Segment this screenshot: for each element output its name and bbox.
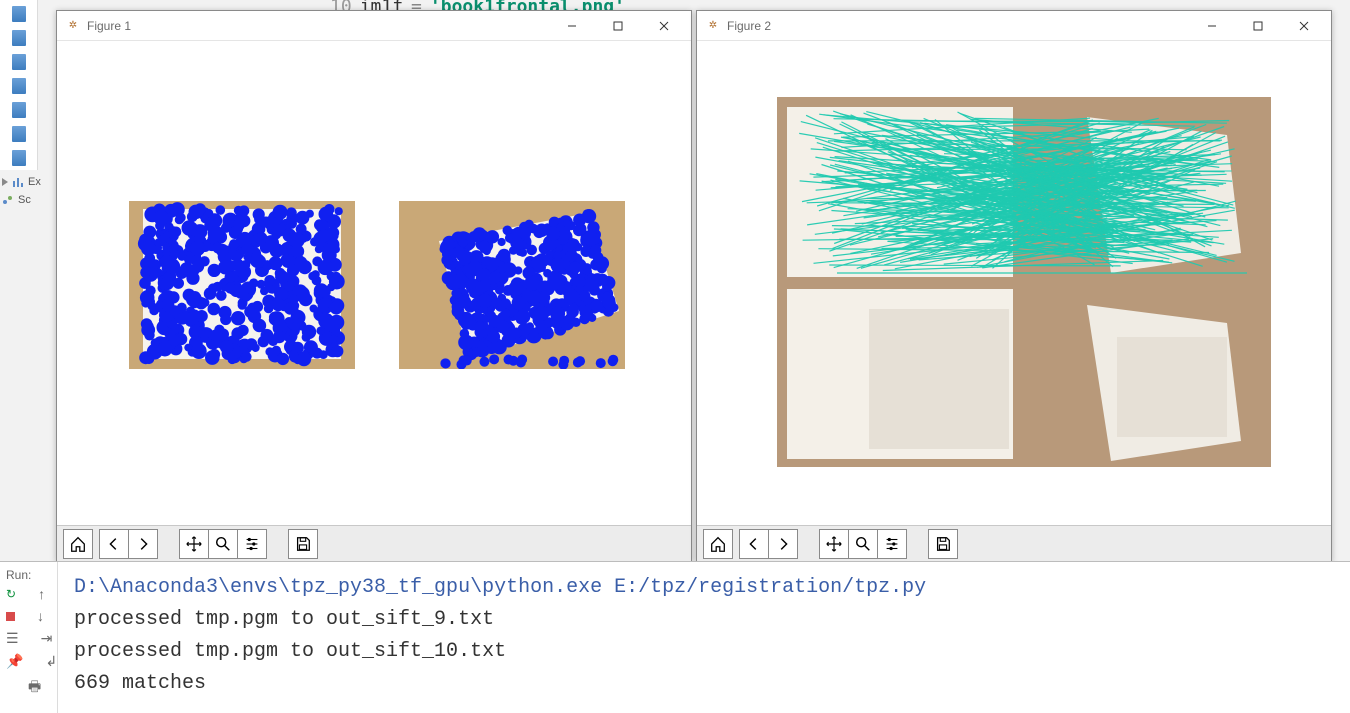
back-button[interactable] bbox=[739, 529, 769, 559]
subplot-right bbox=[399, 201, 625, 369]
close-button[interactable] bbox=[641, 11, 687, 40]
figure-2-titlebar[interactable]: ✲ Figure 2 bbox=[697, 11, 1331, 41]
maximize-button[interactable] bbox=[1235, 11, 1281, 40]
sidebar-label-sc: Sc bbox=[18, 194, 31, 206]
figure-2-title: Figure 2 bbox=[727, 19, 1189, 33]
soft-wrap-icon[interactable]: ↲ bbox=[45, 653, 57, 670]
pan-button[interactable] bbox=[179, 529, 209, 559]
figure-1-canvas[interactable] bbox=[57, 41, 691, 525]
console-line: processed tmp.pgm to out_sift_10.txt bbox=[74, 636, 1334, 668]
back-button[interactable] bbox=[99, 529, 129, 559]
wrap-icon[interactable]: ⇥ bbox=[41, 630, 53, 647]
layout-icon[interactable]: ☰ bbox=[6, 630, 19, 647]
save-button[interactable] bbox=[928, 529, 958, 559]
pan-button[interactable] bbox=[819, 529, 849, 559]
match-svg bbox=[777, 97, 1271, 467]
console-line: D:\Anaconda3\envs\tpz_py38_tf_gpu\python… bbox=[74, 572, 1334, 604]
stop-icon[interactable] bbox=[6, 612, 15, 621]
scatter-icon bbox=[2, 194, 14, 206]
scroll-up-icon[interactable]: ↑ bbox=[38, 586, 45, 602]
console-line: 669 matches bbox=[74, 668, 1334, 700]
print-icon[interactable]: 🖶 bbox=[28, 676, 41, 700]
home-button[interactable] bbox=[63, 529, 93, 559]
rerun-icon[interactable]: ↻ bbox=[6, 587, 16, 601]
file-icon[interactable] bbox=[12, 150, 26, 166]
console-output[interactable]: D:\Anaconda3\envs\tpz_py38_tf_gpu\python… bbox=[58, 562, 1350, 713]
sidebar-item-external[interactable]: Ex bbox=[2, 176, 52, 188]
file-icon[interactable] bbox=[12, 6, 26, 22]
left-secondary-panel: Ex Sc bbox=[0, 170, 54, 212]
file-icon[interactable] bbox=[12, 30, 26, 46]
zoom-button[interactable] bbox=[208, 529, 238, 559]
run-panel: Run: ↻↑ ↓ ☰⇥ 📌↲ 🖶 D:\Anaconda3\envs\tpz_… bbox=[0, 561, 1350, 713]
figure-1-title: Figure 1 bbox=[87, 19, 549, 33]
forward-button[interactable] bbox=[768, 529, 798, 559]
bar-chart-icon bbox=[12, 176, 24, 188]
minimize-button[interactable] bbox=[549, 11, 595, 40]
window-controls bbox=[1189, 11, 1327, 40]
figure-1-toolbar bbox=[57, 525, 691, 561]
subplot-left bbox=[129, 201, 355, 369]
matplotlib-icon: ✲ bbox=[65, 18, 81, 34]
window-controls bbox=[549, 11, 687, 40]
sift-points-left bbox=[129, 201, 355, 369]
close-button[interactable] bbox=[1281, 11, 1327, 40]
expand-icon bbox=[2, 178, 8, 186]
figure-1-titlebar[interactable]: ✲ Figure 1 bbox=[57, 11, 691, 41]
home-button[interactable] bbox=[703, 529, 733, 559]
sift-points-right bbox=[399, 201, 625, 369]
match-image bbox=[777, 97, 1271, 467]
save-button[interactable] bbox=[288, 529, 318, 559]
zoom-button[interactable] bbox=[848, 529, 878, 559]
file-icon[interactable] bbox=[12, 54, 26, 70]
file-icon[interactable] bbox=[12, 102, 26, 118]
run-icon-column: ↻ ↑ ↓ ☰ ⇥ 📌 ↲ 🖶 bbox=[0, 586, 58, 700]
sidebar-item-scivue[interactable]: Sc bbox=[2, 194, 52, 206]
subplots-button[interactable] bbox=[877, 529, 907, 559]
forward-button[interactable] bbox=[128, 529, 158, 559]
subplots-button[interactable] bbox=[237, 529, 267, 559]
console-line: processed tmp.pgm to out_sift_9.txt bbox=[74, 604, 1334, 636]
pin-icon[interactable]: 📌 bbox=[6, 653, 23, 670]
figure-2-window: ✲ Figure 2 bbox=[696, 10, 1332, 562]
figure-2-canvas[interactable] bbox=[697, 41, 1331, 525]
figure-1-window: ✲ Figure 1 bbox=[56, 10, 692, 562]
file-icon[interactable] bbox=[12, 78, 26, 94]
file-icon-column bbox=[0, 0, 38, 170]
sidebar-label-ex: Ex bbox=[28, 176, 41, 188]
figure-2-toolbar bbox=[697, 525, 1331, 561]
scroll-down-icon[interactable]: ↓ bbox=[37, 608, 44, 624]
maximize-button[interactable] bbox=[595, 11, 641, 40]
minimize-button[interactable] bbox=[1189, 11, 1235, 40]
file-icon[interactable] bbox=[12, 126, 26, 142]
matplotlib-icon: ✲ bbox=[705, 18, 721, 34]
